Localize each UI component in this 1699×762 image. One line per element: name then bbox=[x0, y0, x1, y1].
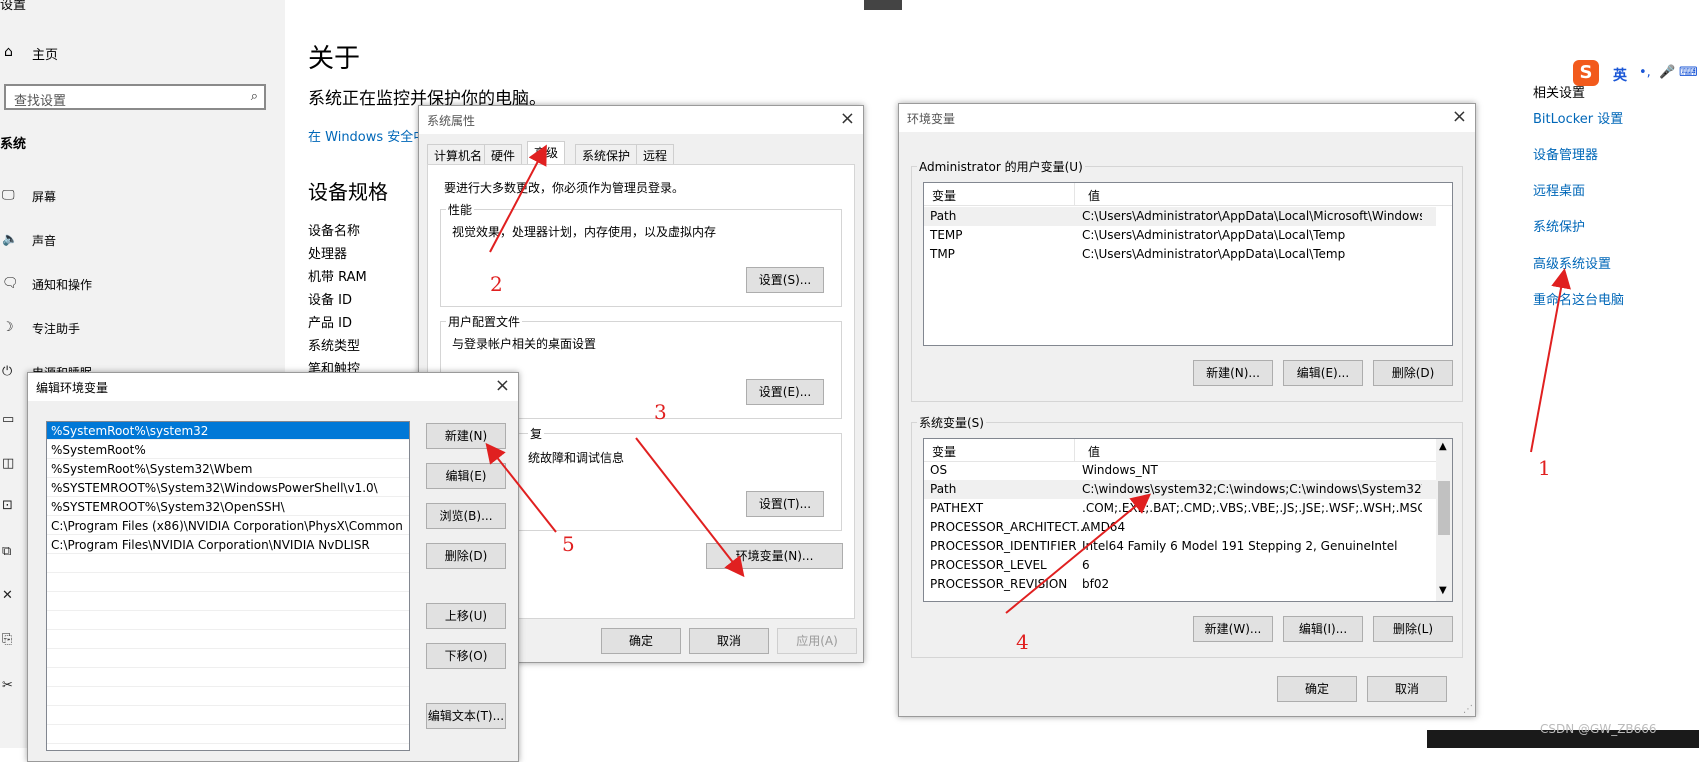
arrow-1 bbox=[1530, 268, 1571, 453]
arrow-2 bbox=[489, 144, 547, 253]
arrow-5 bbox=[485, 442, 557, 533]
annotation-label-3: 3 bbox=[654, 400, 667, 424]
annotation-label-5: 5 bbox=[562, 532, 575, 556]
annotation-arrows bbox=[485, 144, 1571, 614]
watermark: CSDN @GW_ZB666 bbox=[1540, 722, 1657, 736]
arrow-4 bbox=[1005, 493, 1152, 614]
annotation-label-2: 2 bbox=[490, 272, 503, 296]
arrow-3 bbox=[635, 437, 745, 578]
annotation-label-1: 1 bbox=[1538, 456, 1551, 480]
annotation-label-4: 4 bbox=[1016, 630, 1029, 654]
